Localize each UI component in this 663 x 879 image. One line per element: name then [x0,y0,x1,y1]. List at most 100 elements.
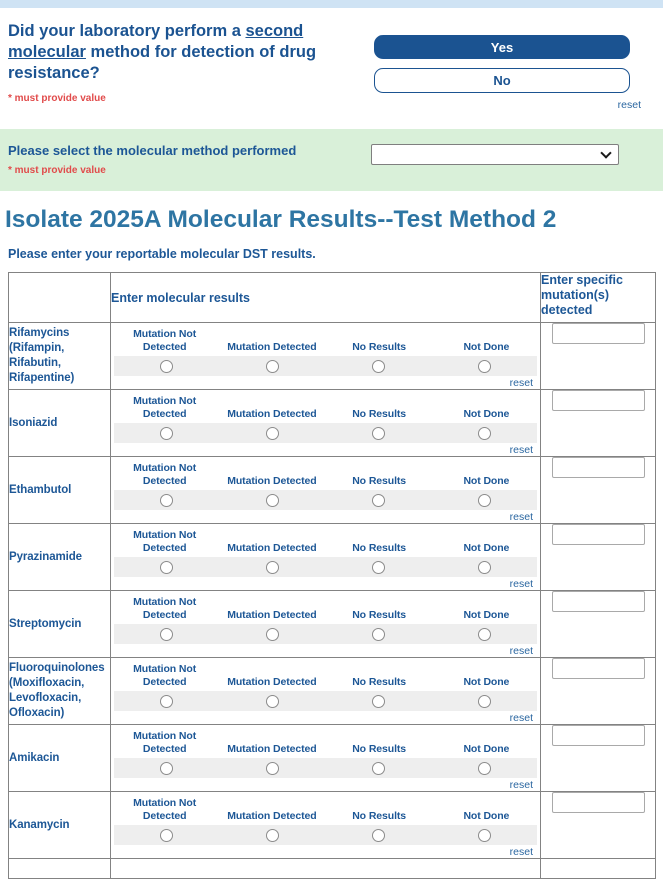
yes-button[interactable]: Yes [374,35,630,59]
reset-link[interactable]: reset [510,511,533,523]
option-labels-row: Mutation Not Detected Mutation Detected … [111,591,540,622]
header-enter-specific-mutation: Enter specific mutation(s) detected [541,273,656,323]
reset-row: reset [111,443,540,456]
drug-name: Kanamycin [9,792,111,859]
reset-link[interactable]: reset [510,377,533,389]
radio-no-results[interactable] [372,360,385,373]
question-second-method-text-block: Did your laboratory perform a second mol… [8,21,374,111]
radio-mutation-detected[interactable] [266,628,279,641]
header-enter-molecular-results: Enter molecular results [111,273,541,323]
option-label-no-results: No Results [352,408,406,421]
drug-name: Pyrazinamide [9,524,111,591]
mutation-input[interactable] [552,457,645,478]
radio-not-done[interactable] [478,494,491,507]
radio-no-results[interactable] [372,762,385,775]
mutation-input[interactable] [552,725,645,746]
options-cell: Mutation Not Detected Mutation Detected … [111,390,541,457]
option-label-mutation-detected: Mutation Detected [227,341,316,354]
radio-mutation-detected[interactable] [266,360,279,373]
radio-mutation-not-detected[interactable] [160,829,173,842]
option-label-not-done: Not Done [463,542,509,555]
radio-mutation-not-detected[interactable] [160,494,173,507]
radio-no-results[interactable] [372,829,385,842]
radio-strip [114,423,537,443]
radio-no-results[interactable] [372,628,385,641]
table-row: Isoniazid Mutation Not Detected Mutation… [9,390,656,457]
radio-mutation-detected[interactable] [266,829,279,842]
option-label-mutation-detected: Mutation Detected [227,743,316,756]
radio-mutation-detected[interactable] [266,695,279,708]
mutation-input[interactable] [552,390,645,411]
option-labels-row: Mutation Not Detected Mutation Detected … [111,323,540,354]
reset-row: reset [111,577,540,590]
options-cell: Mutation Not Detected Mutation Detected … [111,457,541,524]
reset-link[interactable]: reset [618,99,641,111]
table-row: Rifamycins (Rifampin, Rifabutin, Rifapen… [9,323,656,390]
option-label-no-results: No Results [352,475,406,488]
radio-not-done[interactable] [478,762,491,775]
mutation-input[interactable] [552,658,645,679]
radio-mutation-detected[interactable] [266,427,279,440]
radio-no-results[interactable] [372,494,385,507]
radio-mutation-not-detected[interactable] [160,762,173,775]
reset-row: reset [111,376,540,389]
mutation-cell [541,323,656,390]
reset-link[interactable]: reset [510,578,533,590]
reset-link[interactable]: reset [510,846,533,858]
drug-name: Rifamycins (Rifampin, Rifabutin, Rifapen… [9,323,111,390]
mutation-input[interactable] [552,524,645,545]
drug-name: Ethambutol [9,457,111,524]
reset-row: reset [111,510,540,523]
option-label-mutation-not-detected: Mutation Not Detected [111,529,218,555]
table-row-partial [9,859,656,879]
radio-mutation-not-detected[interactable] [160,561,173,574]
option-label-not-done: Not Done [463,341,509,354]
no-button[interactable]: No [374,68,630,93]
dst-table-body: Rifamycins (Rifampin, Rifabutin, Rifapen… [9,323,656,879]
radio-mutation-detected[interactable] [266,762,279,775]
method-select[interactable] [371,144,619,165]
radio-not-done[interactable] [478,829,491,842]
table-header-row: Enter molecular results Enter specific m… [9,273,656,323]
radio-mutation-detected[interactable] [266,561,279,574]
option-label-mutation-detected: Mutation Detected [227,542,316,555]
radio-not-done[interactable] [478,360,491,373]
required-note: * must provide value [8,165,371,176]
instruction-text: Please enter your reportable molecular D… [8,247,663,261]
option-label-mutation-detected: Mutation Detected [227,475,316,488]
section-divider-bar [0,0,663,8]
mutation-input[interactable] [552,323,645,344]
option-label-no-results: No Results [352,743,406,756]
reset-link[interactable]: reset [510,779,533,791]
option-label-mutation-not-detected: Mutation Not Detected [111,462,218,488]
table-row: Pyrazinamide Mutation Not Detected Mutat… [9,524,656,591]
radio-not-done[interactable] [478,561,491,574]
option-label-not-done: Not Done [463,810,509,823]
question-method-label: Please select the molecular method perfo… [8,144,371,158]
radio-no-results[interactable] [372,561,385,574]
options-cell: Mutation Not Detected Mutation Detected … [111,524,541,591]
mutation-cell [541,457,656,524]
mutation-input[interactable] [552,591,645,612]
radio-not-done[interactable] [478,628,491,641]
radio-no-results[interactable] [372,427,385,440]
options-cell: Mutation Not Detected Mutation Detected … [111,792,541,859]
option-label-mutation-not-detected: Mutation Not Detected [111,730,218,756]
reset-link[interactable]: reset [510,444,533,456]
drug-name: Streptomycin [9,591,111,658]
reset-link[interactable]: reset [510,712,533,724]
reset-link[interactable]: reset [510,645,533,657]
radio-mutation-not-detected[interactable] [160,628,173,641]
drug-name: Fluoroquinolones (Moxifloxacin, Levoflox… [9,658,111,725]
radio-mutation-not-detected[interactable] [160,427,173,440]
radio-not-done[interactable] [478,695,491,708]
mutation-input[interactable] [552,792,645,813]
header-empty-cell [9,273,111,323]
radio-mutation-detected[interactable] [266,494,279,507]
radio-mutation-not-detected[interactable] [160,360,173,373]
radio-strip [114,825,537,845]
radio-mutation-not-detected[interactable] [160,695,173,708]
option-labels-row: Mutation Not Detected Mutation Detected … [111,457,540,488]
radio-not-done[interactable] [478,427,491,440]
radio-no-results[interactable] [372,695,385,708]
